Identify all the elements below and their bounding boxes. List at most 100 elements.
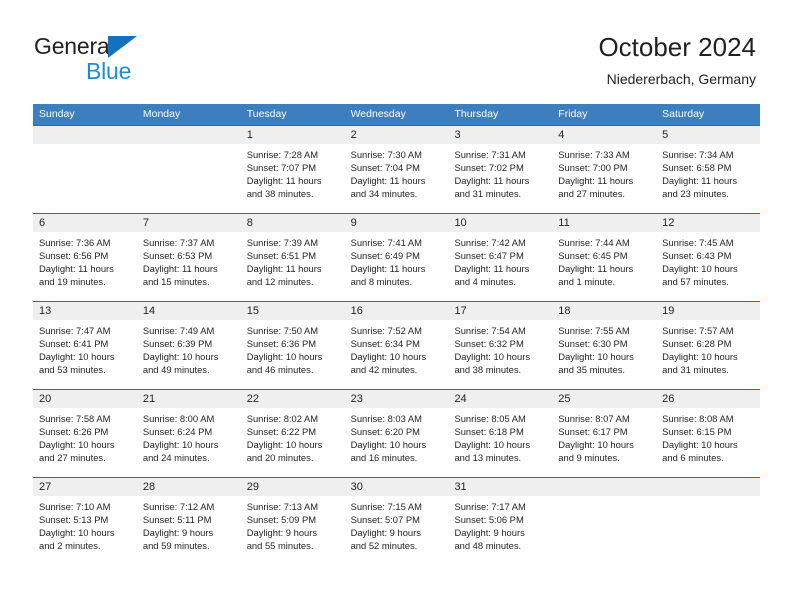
sunrise-text: Sunrise: 7:55 AM [558, 325, 630, 336]
day-number: 17 [448, 302, 553, 320]
day-number: 14 [136, 302, 241, 320]
day-cell[interactable]: 28 Sunrise: 7:12 AM Sunset: 5:11 PM Dayl… [136, 478, 241, 568]
day-details: Sunrise: 7:13 AM Sunset: 5:09 PM Dayligh… [241, 496, 345, 552]
day-number [33, 126, 137, 144]
day-cell[interactable]: 29 Sunrise: 7:13 AM Sunset: 5:09 PM Dayl… [240, 478, 345, 568]
daylight-text-line2: and 6 minutes. [662, 452, 724, 464]
day-cell[interactable]: 15 Sunrise: 7:50 AM Sunset: 6:36 PM Dayl… [240, 302, 345, 389]
daylight-text-line2: and 20 minutes. [246, 452, 314, 464]
day-number: 3 [448, 126, 553, 144]
day-number: 25 [552, 390, 657, 408]
day-cell[interactable]: 24 Sunrise: 8:05 AM Sunset: 6:18 PM Dayl… [448, 390, 553, 477]
sunrise-text: Sunrise: 7:34 AM [662, 149, 734, 160]
day-cell[interactable]: 21 Sunrise: 8:00 AM Sunset: 6:24 PM Dayl… [136, 390, 241, 477]
weekday-header-sunday: Sunday [39, 108, 75, 120]
day-details: Sunrise: 8:08 AM Sunset: 6:15 PM Dayligh… [656, 408, 760, 464]
day-cell[interactable]: 13 Sunrise: 7:47 AM Sunset: 6:41 PM Dayl… [33, 302, 137, 389]
day-cell[interactable]: 18 Sunrise: 7:55 AM Sunset: 6:30 PM Dayl… [552, 302, 657, 389]
day-cell[interactable]: 19 Sunrise: 7:57 AM Sunset: 6:28 PM Dayl… [656, 302, 761, 389]
sunrise-text: Sunrise: 8:03 AM [350, 413, 422, 424]
day-details: Sunrise: 7:50 AM Sunset: 6:36 PM Dayligh… [241, 320, 345, 376]
sunrise-text: Sunrise: 7:36 AM [39, 237, 111, 248]
day-cell[interactable]: 20 Sunrise: 7:58 AM Sunset: 6:26 PM Dayl… [33, 390, 137, 477]
daylight-text-line1: Daylight: 10 hours [39, 439, 115, 451]
day-number: 12 [656, 214, 761, 232]
daylight-text-line2: and 19 minutes. [39, 276, 106, 288]
day-details: Sunrise: 8:07 AM Sunset: 6:17 PM Dayligh… [552, 408, 656, 464]
day-details: Sunrise: 7:17 AM Sunset: 5:06 PM Dayligh… [448, 496, 552, 552]
weekday-header-wednesday: Wednesday [350, 108, 406, 120]
day-cell[interactable]: 14 Sunrise: 7:49 AM Sunset: 6:39 PM Dayl… [136, 302, 241, 389]
daylight-text-line1: Daylight: 10 hours [246, 351, 323, 363]
daylight-text-line1: Daylight: 11 hours [246, 263, 322, 275]
day-cell[interactable]: 1 Sunrise: 7:28 AM Sunset: 7:07 PM Dayli… [240, 126, 345, 213]
day-cell[interactable]: 23 Sunrise: 8:03 AM Sunset: 6:20 PM Dayl… [344, 390, 449, 477]
day-cell[interactable]: 12 Sunrise: 7:45 AM Sunset: 6:43 PM Dayl… [656, 214, 761, 301]
sunset-text: Sunset: 6:17 PM [558, 426, 628, 438]
daylight-text-line2: and 59 minutes. [142, 540, 210, 552]
daylight-text-line1: Daylight: 10 hours [350, 439, 427, 451]
day-number: 28 [136, 478, 241, 496]
sunset-text: Sunset: 6:41 PM [39, 338, 109, 350]
daylight-text-line2: and 15 minutes. [142, 276, 210, 288]
day-cell[interactable]: 30 Sunrise: 7:15 AM Sunset: 5:07 PM Dayl… [344, 478, 449, 568]
day-cell[interactable]: 11 Sunrise: 7:44 AM Sunset: 6:45 PM Dayl… [552, 214, 657, 301]
page-subtitle-location: Niedererbach, Germany [606, 71, 756, 87]
calendar-week-row: 13 Sunrise: 7:47 AM Sunset: 6:41 PM Dayl… [33, 301, 761, 389]
day-cell[interactable]: 4 Sunrise: 7:33 AM Sunset: 7:00 PM Dayli… [552, 126, 657, 213]
daylight-text-line1: Daylight: 11 hours [454, 263, 530, 275]
day-cell[interactable]: 9 Sunrise: 7:41 AM Sunset: 6:49 PM Dayli… [344, 214, 449, 301]
day-number: 23 [344, 390, 449, 408]
day-cell[interactable]: 10 Sunrise: 7:42 AM Sunset: 6:47 PM Dayl… [448, 214, 553, 301]
day-cell[interactable]: 22 Sunrise: 8:02 AM Sunset: 6:22 PM Dayl… [240, 390, 345, 477]
sunset-text: Sunset: 6:32 PM [454, 338, 524, 350]
daylight-text-line1: Daylight: 11 hours [142, 263, 218, 275]
day-details: Sunrise: 7:42 AM Sunset: 6:47 PM Dayligh… [448, 232, 552, 288]
sunrise-text: Sunrise: 7:30 AM [350, 149, 422, 160]
day-number: 21 [136, 390, 241, 408]
day-cell[interactable]: 6 Sunrise: 7:36 AM Sunset: 6:56 PM Dayli… [33, 214, 137, 301]
daylight-text-line1: Daylight: 9 hours [246, 527, 318, 539]
day-cell[interactable]: 16 Sunrise: 7:52 AM Sunset: 6:34 PM Dayl… [344, 302, 449, 389]
daylight-text-line2: and 1 minute. [558, 276, 616, 288]
day-cell[interactable]: 5 Sunrise: 7:34 AM Sunset: 6:58 PM Dayli… [656, 126, 761, 213]
sunrise-text: Sunrise: 7:39 AM [246, 237, 319, 248]
daylight-text-line1: Daylight: 10 hours [662, 439, 738, 451]
sunset-text: Sunset: 6:28 PM [662, 338, 732, 350]
general-blue-logo[interactable]: General Blue [34, 33, 214, 85]
day-number: 13 [33, 302, 137, 320]
day-cell[interactable]: 25 Sunrise: 8:07 AM Sunset: 6:17 PM Dayl… [552, 390, 657, 477]
day-number [136, 126, 241, 144]
sunrise-text: Sunrise: 7:37 AM [142, 237, 215, 248]
day-cell[interactable]: 2 Sunrise: 7:30 AM Sunset: 7:04 PM Dayli… [344, 126, 449, 213]
day-cell[interactable]: 3 Sunrise: 7:31 AM Sunset: 7:02 PM Dayli… [448, 126, 553, 213]
day-cell[interactable]: 31 Sunrise: 7:17 AM Sunset: 5:06 PM Dayl… [448, 478, 553, 568]
weekday-header-friday: Friday [558, 108, 588, 120]
day-cell[interactable]: 7 Sunrise: 7:37 AM Sunset: 6:53 PM Dayli… [136, 214, 241, 301]
sunset-text: Sunset: 7:04 PM [350, 162, 420, 174]
sunset-text: Sunset: 5:06 PM [454, 514, 524, 526]
day-details: Sunrise: 7:34 AM Sunset: 6:58 PM Dayligh… [656, 144, 760, 200]
day-cell[interactable]: 17 Sunrise: 7:54 AM Sunset: 6:32 PM Dayl… [448, 302, 553, 389]
daylight-text-line2: and 31 minutes. [454, 188, 522, 200]
sunrise-text: Sunrise: 7:57 AM [662, 325, 734, 336]
daylight-text-line2: and 46 minutes. [246, 364, 314, 376]
daylight-text-line1: Daylight: 10 hours [662, 351, 738, 363]
day-cell [33, 126, 137, 213]
sunset-text: Sunset: 6:39 PM [142, 338, 213, 350]
daylight-text-line1: Daylight: 11 hours [350, 263, 426, 275]
day-details: Sunrise: 7:10 AM Sunset: 5:13 PM Dayligh… [33, 496, 137, 552]
day-details: Sunrise: 7:57 AM Sunset: 6:28 PM Dayligh… [656, 320, 760, 376]
day-cell[interactable]: 27 Sunrise: 7:10 AM Sunset: 5:13 PM Dayl… [33, 478, 137, 568]
sunrise-text: Sunrise: 8:02 AM [246, 413, 319, 424]
day-details: Sunrise: 7:54 AM Sunset: 6:32 PM Dayligh… [448, 320, 552, 376]
day-cell[interactable]: 26 Sunrise: 8:08 AM Sunset: 6:15 PM Dayl… [656, 390, 761, 477]
day-details: Sunrise: 8:00 AM Sunset: 6:24 PM Dayligh… [137, 408, 241, 464]
sunset-text: Sunset: 6:45 PM [558, 250, 628, 262]
day-details: Sunrise: 7:15 AM Sunset: 5:07 PM Dayligh… [345, 496, 449, 552]
day-cell[interactable]: 8 Sunrise: 7:39 AM Sunset: 6:51 PM Dayli… [240, 214, 345, 301]
sunset-text: Sunset: 7:07 PM [246, 162, 317, 174]
sunset-text: Sunset: 6:22 PM [246, 426, 317, 438]
day-details: Sunrise: 7:37 AM Sunset: 6:53 PM Dayligh… [137, 232, 241, 288]
day-number: 27 [33, 478, 137, 496]
